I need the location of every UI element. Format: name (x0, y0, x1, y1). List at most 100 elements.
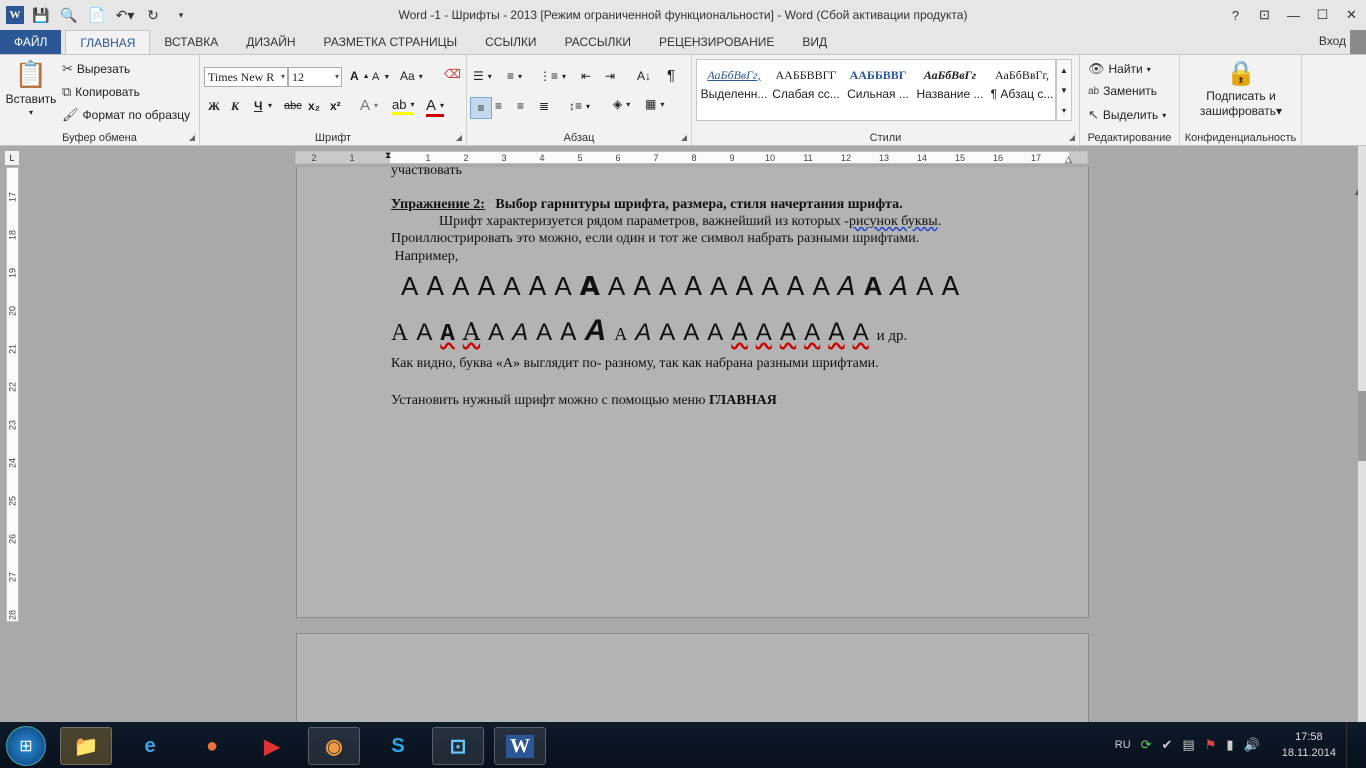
taskbar-chrome[interactable]: ◉ (308, 727, 360, 765)
underline-dropdown-icon[interactable]: ▾ (268, 101, 272, 110)
change-case-button[interactable]: Aa ▾ (400, 69, 423, 83)
subscript-button[interactable]: x₂ (308, 99, 320, 113)
shrink-font-button[interactable]: A ▼ (372, 71, 390, 83)
exercise-heading[interactable]: Упражнение 2: Выбор гарнитуры шрифта, ра… (391, 197, 903, 213)
new-document-icon[interactable]: 📄 (86, 4, 108, 26)
borders-icon[interactable]: ▦ ▾ (645, 97, 664, 111)
font-sample-row[interactable]: AAAAAAAAAAAAAAAAAAAAAA (401, 271, 959, 302)
paragraph-launcher-icon[interactable]: ◢ (681, 133, 687, 142)
doc-paragraph[interactable]: Шрифт характеризуется рядом параметров, … (439, 214, 941, 230)
word-logo-icon[interactable]: W (6, 6, 24, 24)
doc-paragraph[interactable]: Установить нужный шрифт можно с помощью … (391, 393, 777, 409)
help-button[interactable]: ? (1221, 0, 1250, 30)
avatar[interactable] (1350, 30, 1366, 54)
numbering-icon[interactable]: ≡ ▾ (507, 69, 522, 83)
taskbar-skype[interactable]: S (372, 727, 424, 765)
save-icon[interactable]: 💾 (30, 4, 52, 26)
decrease-indent-icon[interactable]: ⇤ (581, 69, 591, 83)
style-item[interactable]: АаБбВвГг, ¶ Абзац с... (986, 63, 1058, 109)
indent-marker-icon[interactable]: ⧗ (385, 150, 391, 161)
grow-font-button[interactable]: A ▲ (350, 69, 370, 83)
show-desktop-button[interactable] (1346, 722, 1356, 768)
sign-encrypt-button[interactable]: 🔒 Подписать и зашифровать▾ (1186, 59, 1296, 118)
taskbar-firefox[interactable]: ● (186, 727, 238, 765)
font-sample-row[interactable]: AAAAAAAAAAAAAAAAAAAAи др. (391, 314, 907, 348)
multilevel-list-icon[interactable]: ⋮≡ ▾ (539, 69, 566, 83)
volume-icon[interactable]: 🔊 (1244, 737, 1260, 753)
vertical-ruler[interactable]: 17 18 19 20 21 22 23 24 25 26 27 28 (6, 167, 19, 622)
vertical-scrollbar[interactable] (1358, 146, 1366, 722)
flag-icon[interactable]: ⚑ (1205, 737, 1217, 753)
text-effects-icon[interactable]: A ▾ (360, 97, 378, 114)
superscript-button[interactable]: x² (330, 99, 341, 113)
tab-review[interactable]: РЕЦЕНЗИРОВАНИЕ (645, 30, 788, 54)
tab-mailings[interactable]: РАССЫЛКИ (551, 30, 645, 54)
style-item[interactable]: ААББВВГ Сильная ... (842, 63, 914, 109)
right-indent-marker-icon[interactable]: △ (1065, 154, 1072, 165)
clock[interactable]: 17:58 18.11.2014 (1282, 729, 1336, 761)
find-button[interactable]: 👁 Найти ▾ (1088, 61, 1151, 77)
taskbar-network-app[interactable]: ⊡ (432, 727, 484, 765)
format-painter-button[interactable]: 🖌 Формат по образцу (62, 107, 190, 123)
ribbon-display-options-button[interactable]: ⊡ (1250, 0, 1279, 30)
underline-button[interactable]: Ч (254, 99, 262, 113)
bullets-icon[interactable]: ☰ ▾ (473, 69, 492, 83)
font-color-icon[interactable]: A ▾ (426, 97, 445, 117)
show-marks-button[interactable]: ¶ (667, 67, 675, 84)
sort-icon[interactable]: A↓ (637, 69, 651, 83)
tab-home[interactable]: ГЛАВНАЯ (65, 30, 151, 54)
copy-button[interactable]: ⧉ Копировать (62, 84, 140, 100)
bold-button[interactable]: Ж (208, 99, 220, 114)
line-spacing-icon[interactable]: ↕≡ ▾ (569, 99, 590, 113)
shading-icon[interactable]: ◈ ▾ (613, 97, 630, 111)
taskbar-internet-explorer[interactable]: e (124, 727, 176, 765)
styles-launcher-icon[interactable]: ◢ (1069, 133, 1075, 142)
signal-icon[interactable]: ▮ (1226, 737, 1233, 753)
more-styles-icon[interactable]: ▾ (1062, 106, 1066, 115)
tab-view[interactable]: ВИД (788, 30, 841, 54)
align-left-icon[interactable]: ≡ (470, 97, 492, 119)
language-indicator[interactable]: RU (1115, 739, 1131, 751)
highlight-icon[interactable]: ab ▾ (392, 97, 415, 115)
print-preview-icon[interactable]: 🔍 (58, 4, 80, 26)
doc-paragraph[interactable]: Например, (391, 249, 459, 265)
chevron-up-icon[interactable]: ▲ (1060, 66, 1068, 75)
justify-icon[interactable]: ≣ (539, 99, 549, 113)
tab-references[interactable]: ССЫЛКИ (471, 30, 550, 54)
increase-indent-icon[interactable]: ⇥ (605, 69, 615, 83)
align-center-icon[interactable]: ≡ (495, 99, 502, 113)
strikethrough-button[interactable]: abc (284, 100, 302, 112)
doc-paragraph[interactable]: Проиллюстрировать это можно, если один и… (391, 231, 919, 247)
doc-line[interactable]: участвовать (391, 163, 462, 179)
maximize-button[interactable]: ☐ (1308, 0, 1337, 30)
style-item[interactable]: АаБбВвГг, Выделенн... (698, 63, 770, 109)
clipboard-launcher-icon[interactable]: ◢ (189, 133, 195, 142)
font-family-field[interactable]: Times New R ▾ (204, 67, 288, 87)
sync-icon[interactable]: ⟳ (1141, 737, 1152, 753)
doc-paragraph[interactable]: Как видно, буква «А» выглядит по- разном… (391, 356, 879, 372)
paste-button[interactable]: 📋 Вставить ▾ (6, 59, 57, 117)
clear-formatting-icon[interactable]: ⌫ (444, 67, 461, 81)
redo-icon[interactable]: ↻ (142, 4, 164, 26)
select-button[interactable]: ↖ Выделить ▾ (1088, 107, 1166, 123)
tab-selector[interactable]: L (4, 150, 20, 166)
start-button[interactable]: ⊞ (6, 726, 46, 766)
style-item[interactable]: АаБбВвГг Название ... (914, 63, 986, 109)
cut-button[interactable]: ✂ Вырезать (62, 61, 130, 77)
sign-in-link[interactable]: Вход (1319, 34, 1346, 48)
tab-file[interactable]: ФАЙЛ (0, 30, 62, 54)
security-icon[interactable]: ✔ (1162, 737, 1173, 753)
close-button[interactable]: ✕ (1337, 0, 1366, 30)
scrollbar-thumb[interactable] (1358, 391, 1366, 461)
style-item[interactable]: ААББВВГГ Слабая сс... (770, 63, 842, 109)
tab-design[interactable]: ДИЗАЙН (232, 30, 309, 54)
taskbar-video[interactable]: ▶ (246, 727, 298, 765)
customize-qat-icon[interactable]: ▾ (170, 4, 192, 26)
document-page[interactable]: участвовать Упражнение 2: Выбор гарнитур… (296, 163, 1089, 618)
chevron-down-icon[interactable]: ▼ (1060, 86, 1068, 95)
italic-button[interactable]: К (231, 99, 239, 114)
taskbar-explorer[interactable]: 📁 (60, 727, 112, 765)
font-size-field[interactable]: 12 ▾ (288, 67, 342, 87)
tab-insert[interactable]: ВСТАВКА (150, 30, 232, 54)
undo-icon[interactable]: ↶▾ (114, 4, 136, 26)
